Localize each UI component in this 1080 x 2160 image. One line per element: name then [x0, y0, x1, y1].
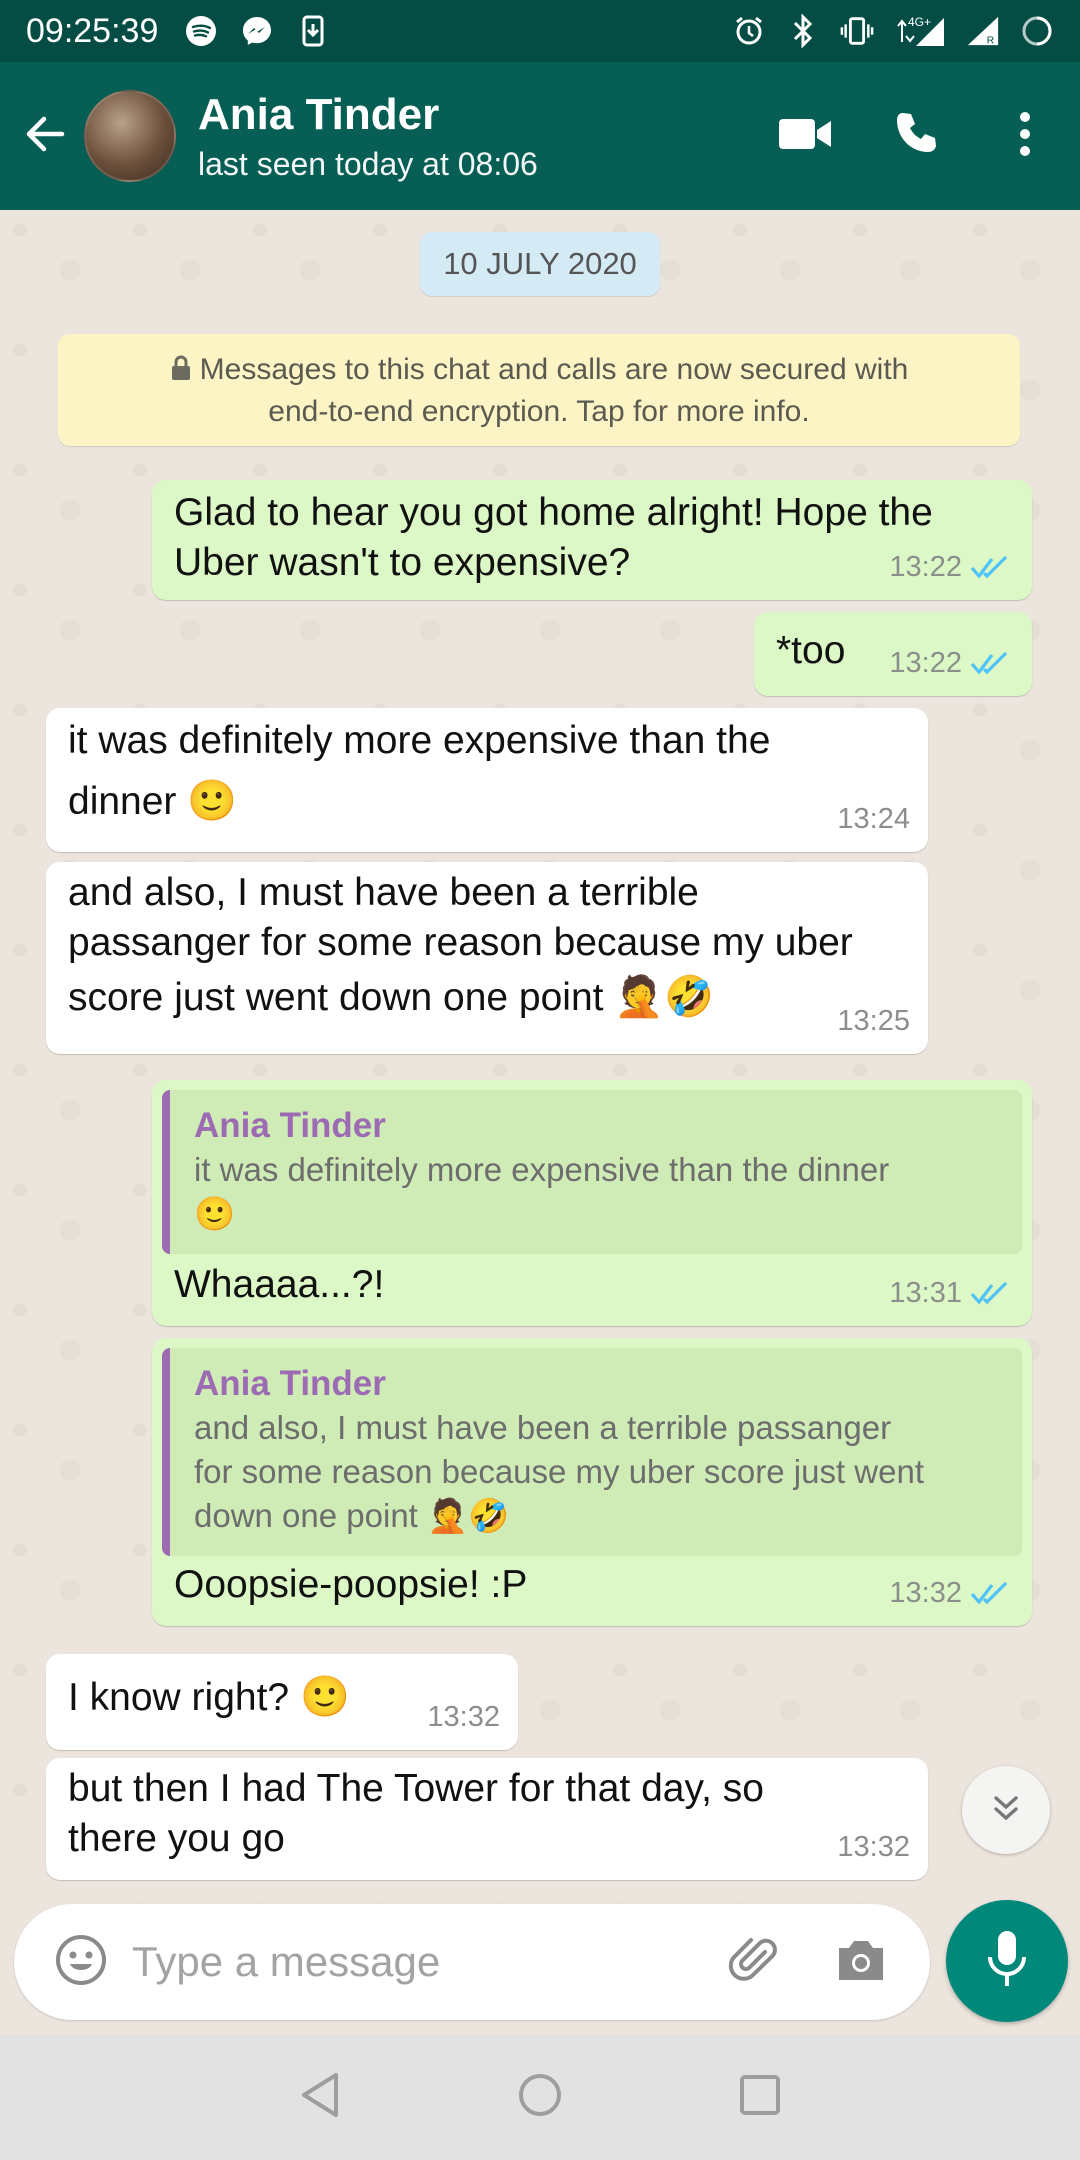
message-bubble-outgoing[interactable]: *too 13:22: [754, 612, 1032, 696]
encryption-line-1: Messages to this chat and calls are now …: [199, 353, 909, 386]
more-options-icon: [1018, 111, 1032, 162]
emoji-smiley-icon: [54, 1933, 108, 1992]
status-time: 09:25:39: [26, 11, 159, 50]
system-navigation-bar: [0, 2034, 1080, 2160]
date-chip: 10 JULY 2020: [420, 232, 660, 296]
message-text-line: score just went down one point: [68, 976, 604, 1019]
paperclip-icon: [727, 1932, 783, 1993]
message-time: 13:31: [889, 1277, 962, 1309]
message-time: 13:25: [837, 1005, 910, 1037]
message-text-line: dinner: [68, 780, 177, 823]
attach-button[interactable]: [710, 1917, 800, 2007]
message-text-line: Glad to hear you got home alright! Hope …: [174, 491, 933, 534]
quote-author: Ania Tinder: [194, 1106, 386, 1145]
voice-call-icon: [890, 109, 940, 164]
bluetooth-icon: [786, 14, 820, 48]
lock-icon: [170, 352, 192, 392]
quote-emoji: 🤦🤣: [427, 1497, 510, 1534]
square-recents-icon: [738, 2073, 782, 2122]
message-bubble-incoming[interactable]: I know right? 🙂 13:32: [46, 1654, 518, 1750]
message-time: 13:24: [837, 803, 910, 835]
vibrate-icon: [840, 14, 874, 48]
message-text-line: there you go: [68, 1817, 285, 1860]
contact-avatar[interactable]: [84, 90, 176, 182]
battery-icon: [1020, 14, 1054, 48]
svg-text:R: R: [987, 35, 995, 46]
quoted-message[interactable]: Ania Tinder and also, I must have been a…: [162, 1348, 1022, 1556]
message-time: 13:32: [889, 1577, 962, 1609]
read-ticks-icon: [970, 553, 1014, 581]
microphone-icon: [985, 1929, 1029, 1994]
message-bubble-incoming[interactable]: and also, I must have been a terrible pa…: [46, 862, 928, 1054]
facepalm-laughing-emoji: 🤦🤣: [614, 975, 714, 1019]
message-time: 13:32: [427, 1701, 500, 1733]
message-text: Ooopsie-poopsie! :P: [174, 1563, 528, 1606]
voice-record-button[interactable]: [946, 1900, 1068, 2022]
read-ticks-icon: [970, 649, 1014, 677]
video-call-button[interactable]: [750, 81, 860, 191]
nav-back-button[interactable]: [285, 2062, 355, 2132]
encryption-line-2: end-to-end encryption. Tap for more info…: [268, 395, 810, 428]
back-arrow-icon: [22, 111, 68, 162]
double-chevron-down-icon: [988, 1790, 1024, 1831]
scroll-to-bottom-button[interactable]: [962, 1766, 1050, 1854]
encryption-notice[interactable]: Messages to this chat and calls are now …: [58, 334, 1020, 446]
download-status-icon: [296, 14, 330, 48]
message-time: 13:32: [837, 1831, 910, 1863]
message-composer: [14, 1904, 930, 2020]
nav-home-button[interactable]: [505, 2062, 575, 2132]
message-bubble-outgoing[interactable]: Glad to hear you got home alright! Hope …: [152, 480, 1032, 600]
status-bar: 09:25:39 4G+ R: [0, 0, 1080, 62]
quote-text-line: for some reason because my uber score ju…: [194, 1453, 925, 1490]
quote-text: it was definitely more expensive than th…: [194, 1151, 890, 1188]
message-text: *too: [776, 629, 846, 672]
back-button[interactable]: [10, 101, 80, 171]
camera-button[interactable]: [816, 1917, 906, 2007]
alarm-icon: [732, 14, 766, 48]
message-time: 13:22: [889, 647, 962, 679]
message-bubble-incoming[interactable]: but then I had The Tower for that day, s…: [46, 1758, 928, 1880]
voice-call-button[interactable]: [860, 81, 970, 191]
message-bubble-incoming[interactable]: it was definitely more expensive than th…: [46, 708, 928, 852]
svg-text:4G+: 4G+: [908, 15, 931, 29]
contact-name: Ania Tinder: [198, 89, 440, 139]
message-text-line: and also, I must have been a terrible: [68, 871, 699, 914]
chat-header: Ania Tinder last seen today at 08:06: [0, 62, 1080, 210]
quote-author: Ania Tinder: [194, 1364, 386, 1403]
message-input[interactable]: [132, 1938, 702, 1986]
emoji-button[interactable]: [36, 1917, 126, 2007]
video-call-icon: [777, 114, 833, 159]
message-text-line: Uber wasn't to expensive?: [174, 541, 631, 584]
read-ticks-icon: [970, 1279, 1014, 1307]
message-text: I know right?: [68, 1676, 290, 1719]
circle-home-icon: [517, 2072, 563, 2123]
quote-emoji: 🙂: [194, 1195, 236, 1232]
message-time: 13:22: [889, 551, 962, 583]
message-text: Whaaaa...?!: [174, 1263, 385, 1306]
triangle-back-icon: [298, 2071, 342, 2124]
last-seen-status: last seen today at 08:06: [198, 145, 538, 182]
network-4g-icon: 4G+: [894, 14, 946, 48]
message-bubble-outgoing-reply[interactable]: Ania Tinder and also, I must have been a…: [152, 1338, 1032, 1626]
smile-emoji: 🙂: [299, 1675, 350, 1719]
message-text-line: but then I had The Tower for that day, s…: [68, 1767, 764, 1810]
more-options-button[interactable]: [970, 81, 1080, 191]
nav-recents-button[interactable]: [725, 2062, 795, 2132]
message-bubble-outgoing-reply[interactable]: Ania Tinder it was definitely more expen…: [152, 1080, 1032, 1326]
quote-text-line: and also, I must have been a terrible pa…: [194, 1409, 892, 1446]
contact-info[interactable]: Ania Tinder last seen today at 08:06: [198, 90, 538, 183]
message-text-line: passanger for some reason because my ube…: [68, 921, 853, 964]
messenger-icon: [240, 14, 274, 48]
message-text-line: it was definitely more expensive than th…: [68, 719, 771, 762]
chat-area[interactable]: 10 JULY 2020 Messages to this chat and c…: [0, 210, 1080, 1904]
camera-icon: [834, 1936, 888, 1989]
quote-text-line: down one point: [194, 1497, 418, 1534]
smile-emoji: 🙂: [187, 779, 238, 823]
read-ticks-icon: [970, 1579, 1014, 1607]
quoted-message[interactable]: Ania Tinder it was definitely more expen…: [162, 1090, 1022, 1254]
spotify-icon: [184, 14, 218, 48]
signal-roaming-icon: R: [966, 14, 1000, 48]
